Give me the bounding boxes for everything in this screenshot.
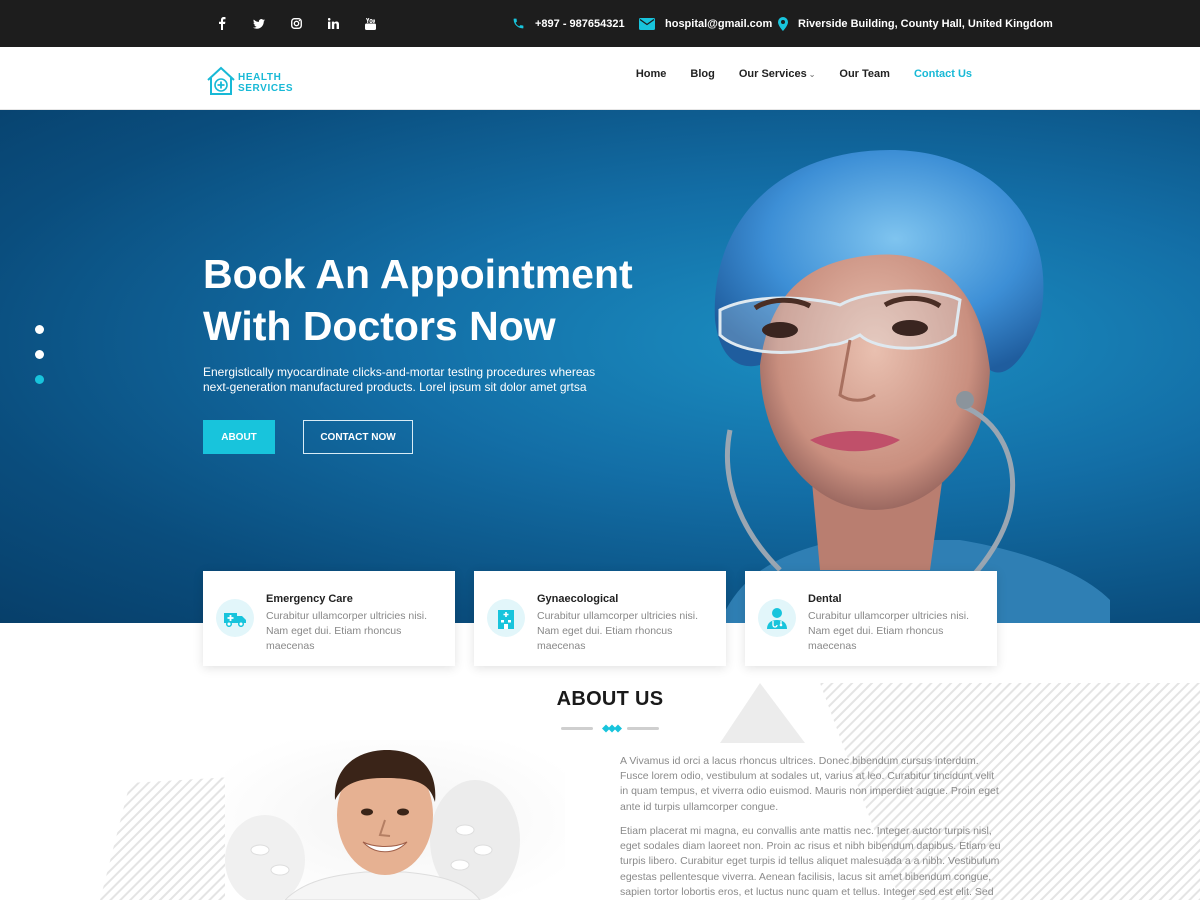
about-section-title: ABOUT US	[556, 688, 664, 710]
hero-slider: Book An Appointment With Doctors Now Ene…	[0, 110, 1200, 623]
site-logo[interactable]: HEALTH SERVICES	[205, 65, 297, 97]
service-card-title: Gynaecological	[537, 593, 619, 605]
slider-dot-3[interactable]	[35, 375, 44, 384]
nav-blog[interactable]: Blog	[690, 68, 714, 80]
main-nav: Home Blog Our Services ⌄ Our Team Contact…	[636, 47, 972, 100]
hero-title-line-1: Book An Appointment	[203, 251, 633, 297]
service-card-gynaecological[interactable]: Gynaecological Curabitur ullamcorper ult…	[474, 571, 726, 666]
chevron-down-icon: ⌄	[808, 69, 816, 79]
site-header: HEALTH SERVICES Home Blog Our Services ⌄ …	[0, 47, 1200, 110]
hospital-building-icon	[487, 599, 525, 637]
nav-contact[interactable]: Contact Us	[914, 68, 972, 80]
service-card-dental[interactable]: Dental Curabitur ullamcorper ultricies n…	[745, 571, 997, 666]
phone-text: +897 - 987654321	[535, 17, 625, 30]
about-button[interactable]: ABOUT	[203, 420, 275, 454]
title-divider	[561, 724, 659, 733]
house-medical-icon	[207, 66, 235, 95]
nav-services[interactable]: Our Services ⌄	[739, 68, 816, 80]
top-bar: +897 - 987654321 hospital@gmail.com Rive…	[0, 0, 1200, 47]
location-pin-icon	[778, 16, 788, 31]
youtube-icon[interactable]	[362, 16, 378, 32]
service-card-text: Curabitur ullamcorper ultricies nisi. Na…	[537, 610, 699, 652]
logo-line-1: HEALTH	[238, 72, 282, 83]
instagram-icon[interactable]	[288, 16, 304, 32]
hero-description: Energistically myocardinate clicks-and-m…	[203, 365, 596, 394]
envelope-icon	[639, 17, 655, 30]
slider-dots	[35, 325, 44, 384]
doctor-portrait-image	[225, 740, 565, 900]
service-card-title: Emergency Care	[266, 593, 353, 605]
linkedin-icon[interactable]	[325, 16, 341, 32]
about-paragraph-2: Etiam placerat mi magna, eu convallis an…	[620, 825, 1001, 898]
nav-team[interactable]: Our Team	[839, 68, 890, 80]
service-card-emergency[interactable]: Emergency Care Curabitur ullamcorper ult…	[203, 571, 455, 666]
email-contact[interactable]: hospital@gmail.com	[639, 0, 772, 47]
hero-title-line-2: With Doctors Now	[203, 303, 556, 349]
phone-icon	[513, 18, 524, 29]
logo-text: HEALTH SERVICES	[238, 72, 293, 94]
twitter-icon[interactable]	[251, 16, 267, 32]
slider-dot-1[interactable]	[35, 325, 44, 334]
email-text: hospital@gmail.com	[665, 17, 773, 30]
hero-title: Book An Appointment With Doctors Now	[203, 248, 723, 352]
service-card-text: Curabitur ullamcorper ultricies nisi. Na…	[266, 610, 428, 652]
slider-dot-2[interactable]	[35, 350, 44, 359]
ambulance-icon	[216, 599, 254, 637]
doctor-user-icon	[758, 599, 796, 637]
doctor-image	[714, 150, 1110, 623]
about-paragraph-1: A Vivamus id orci a lacus rhoncus ultric…	[620, 755, 999, 813]
facebook-icon[interactable]	[214, 16, 230, 32]
address-contact: Riverside Building, County Hall, United …	[778, 0, 1053, 47]
nav-home[interactable]: Home	[636, 68, 667, 80]
service-card-title: Dental	[808, 593, 842, 605]
nav-services-label: Our Services	[738, 67, 807, 80]
phone-contact[interactable]: +897 - 987654321	[512, 0, 625, 47]
service-card-text: Curabitur ullamcorper ultricies nisi. Na…	[808, 610, 970, 652]
social-links	[214, 0, 378, 47]
logo-line-2: SERVICES	[238, 83, 294, 94]
contact-now-button[interactable]: CONTACT NOW	[303, 420, 413, 454]
address-text: Riverside Building, County Hall, United …	[798, 17, 1053, 30]
